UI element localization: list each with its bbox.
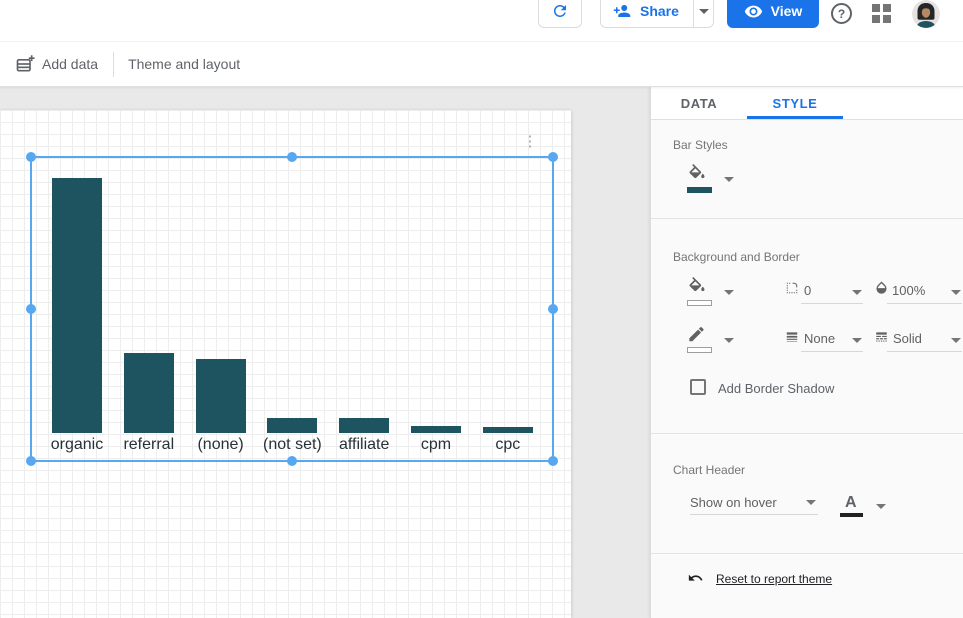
- corner-radius-value[interactable]: 0: [804, 283, 811, 298]
- person-add-icon: [613, 2, 631, 20]
- background-border-section-title: Background and Border: [673, 250, 800, 264]
- bar-styles-section-title: Bar Styles: [673, 138, 728, 152]
- selection-handle[interactable]: [26, 152, 36, 162]
- paint-bucket-icon: [687, 277, 707, 297]
- active-tab-indicator: [747, 116, 843, 119]
- header-text-color-dropdown-icon[interactable]: [876, 504, 886, 509]
- chart-header-section-title: Chart Header: [673, 463, 745, 477]
- chart-header-visibility-underline: [690, 514, 818, 515]
- selection-handle[interactable]: [548, 304, 558, 314]
- border-color-dropdown-icon[interactable]: [724, 338, 734, 343]
- border-shadow-label: Add Border Shadow: [718, 381, 834, 396]
- chart-options-kebab-icon[interactable]: ⋮: [522, 132, 538, 152]
- share-dropdown-button[interactable]: [693, 0, 713, 27]
- apps-grid-icon: [883, 4, 891, 12]
- border-weight-dropdown-icon[interactable]: [852, 338, 862, 343]
- border-weight-value[interactable]: None: [804, 331, 835, 346]
- undo-icon: [686, 570, 705, 591]
- toolbar-separator: [113, 52, 114, 77]
- line-style-icon: [874, 330, 889, 349]
- header-text-color-swatch: [840, 513, 863, 517]
- theme-and-layout-label: Theme and layout: [128, 56, 240, 72]
- opacity-underline: [887, 303, 962, 304]
- header-text-color-button[interactable]: A: [845, 494, 857, 512]
- edit-toolbar: Add data Theme and layout: [0, 42, 963, 87]
- bar-color-dropdown-icon[interactable]: [724, 177, 734, 182]
- tab-data-label: DATA: [681, 96, 718, 111]
- help-button[interactable]: ?: [831, 3, 852, 24]
- tab-style[interactable]: STYLE: [747, 87, 843, 119]
- background-color-dropdown-icon[interactable]: [724, 290, 734, 295]
- top-app-bar: Share View ?: [0, 0, 963, 42]
- border-weight-underline: [801, 351, 863, 352]
- bar-color-swatch: [687, 187, 712, 193]
- add-data-label: Add data: [42, 56, 98, 72]
- avatar-image: [912, 0, 940, 28]
- tab-style-label: STYLE: [773, 96, 818, 111]
- corner-radius-icon: [785, 281, 799, 300]
- help-icon: ?: [838, 7, 845, 21]
- chart-header-visibility-select[interactable]: Show on hover: [690, 495, 777, 510]
- line-weight-icon: [785, 330, 799, 349]
- corner-radius-dropdown-icon[interactable]: [852, 290, 862, 295]
- paint-bucket-icon: [687, 164, 707, 184]
- selection-handle[interactable]: [26, 456, 36, 466]
- chart-header-visibility-dropdown-icon[interactable]: [806, 500, 816, 505]
- add-data-button[interactable]: Add data: [15, 54, 98, 74]
- bar-fill-color-button[interactable]: [687, 164, 707, 189]
- apps-grid-button[interactable]: [872, 4, 892, 23]
- section-divider: [651, 433, 963, 434]
- share-button-main[interactable]: Share: [601, 0, 693, 27]
- chevron-down-icon: [699, 9, 709, 14]
- refresh-icon: [551, 2, 569, 20]
- border-shadow-checkbox[interactable]: [690, 379, 706, 395]
- tab-data[interactable]: DATA: [651, 87, 747, 119]
- section-divider: [651, 218, 963, 219]
- user-avatar[interactable]: [912, 0, 940, 28]
- looker-studio-editor: Share View ?: [0, 0, 963, 618]
- opacity-dropdown-icon[interactable]: [951, 290, 961, 295]
- opacity-icon: [874, 279, 889, 301]
- reset-to-report-theme-link[interactable]: Reset to report theme: [716, 572, 832, 586]
- panel-tabs: DATA STYLE: [651, 87, 963, 120]
- selection-handle[interactable]: [287, 152, 297, 162]
- chart-selection-box[interactable]: [30, 156, 554, 462]
- corner-radius-underline: [801, 303, 863, 304]
- selection-handle[interactable]: [548, 152, 558, 162]
- selection-handle[interactable]: [26, 304, 36, 314]
- apps-grid-icon: [883, 15, 891, 23]
- apps-grid-icon: [872, 4, 880, 12]
- eye-icon: [744, 2, 763, 21]
- share-button[interactable]: Share: [600, 0, 714, 28]
- border-style-value[interactable]: Solid: [893, 331, 922, 346]
- section-divider: [651, 553, 963, 554]
- border-style-dropdown-icon[interactable]: [951, 338, 961, 343]
- selection-handle[interactable]: [548, 456, 558, 466]
- share-button-label: Share: [640, 3, 679, 19]
- opacity-value[interactable]: 100%: [892, 283, 925, 298]
- border-style-underline: [887, 351, 962, 352]
- background-color-button[interactable]: [687, 277, 707, 302]
- add-data-icon: [15, 54, 35, 74]
- view-button[interactable]: View: [727, 0, 819, 28]
- border-color-swatch: [687, 347, 712, 353]
- selection-handle[interactable]: [287, 456, 297, 466]
- view-button-label: View: [771, 3, 803, 19]
- pencil-icon: [687, 327, 706, 346]
- theme-and-layout-button[interactable]: Theme and layout: [128, 56, 240, 72]
- background-color-swatch: [687, 300, 712, 306]
- refresh-button[interactable]: [538, 0, 582, 28]
- apps-grid-icon: [872, 15, 880, 23]
